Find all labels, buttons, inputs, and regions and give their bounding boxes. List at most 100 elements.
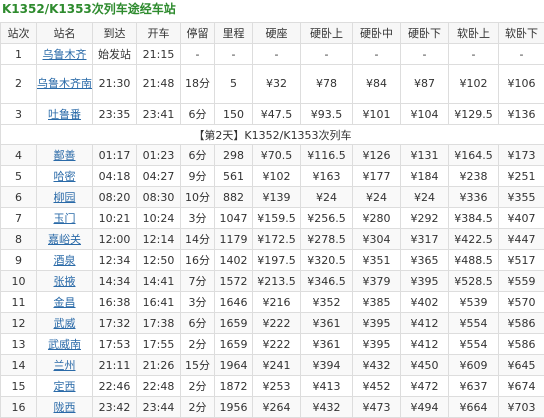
cell-hard-sleeper-middle: ¥126 <box>353 145 401 166</box>
cell-hard-sleeper-lower: ¥87 <box>401 65 449 104</box>
cell-soft-sleeper-upper: ¥129.5 <box>449 104 499 125</box>
cell-station-name: 玉门 <box>37 208 93 229</box>
col-header-hard-sleeper-upper: 硬卧上 <box>301 23 353 44</box>
cell-station-no: 10 <box>1 271 37 292</box>
cell-depart: 01:23 <box>137 145 181 166</box>
cell-stop: 6分 <box>181 145 215 166</box>
cell-distance: 5 <box>215 65 253 104</box>
col-header-soft-sleeper-lower: 软卧下 <box>499 23 544 44</box>
table-row: 14兰州21:1121:2615分1964¥241¥394¥432¥450¥60… <box>1 355 544 376</box>
station-link[interactable]: 吐鲁番 <box>48 108 81 121</box>
cell-soft-sleeper-upper: ¥609 <box>449 355 499 376</box>
cell-distance: 1646 <box>215 292 253 313</box>
station-link[interactable]: 武威南 <box>48 338 81 351</box>
cell-soft-sleeper-upper: ¥336 <box>449 187 499 208</box>
station-link[interactable]: 陇西 <box>54 401 76 414</box>
cell-station-no: 5 <box>1 166 37 187</box>
table-row: 13武威南17:5317:552分1659¥222¥361¥395¥412¥55… <box>1 334 544 355</box>
cell-hard-sleeper-lower: ¥317 <box>401 229 449 250</box>
cell-hard-sleeper-lower: ¥104 <box>401 104 449 125</box>
cell-hard-seat: ¥159.5 <box>253 208 301 229</box>
station-link[interactable]: 柳园 <box>54 191 76 204</box>
cell-distance: - <box>215 44 253 65</box>
cell-soft-sleeper-upper: ¥554 <box>449 334 499 355</box>
cell-hard-sleeper-middle: ¥385 <box>353 292 401 313</box>
cell-hard-sleeper-lower: ¥184 <box>401 166 449 187</box>
station-link[interactable]: 兰州 <box>54 359 76 372</box>
station-link[interactable]: 张掖 <box>54 275 76 288</box>
cell-hard-sleeper-lower: ¥412 <box>401 334 449 355</box>
cell-stop: 3分 <box>181 208 215 229</box>
cell-hard-sleeper-lower: ¥365 <box>401 250 449 271</box>
cell-hard-sleeper-lower: ¥450 <box>401 355 449 376</box>
station-link[interactable]: 鄯善 <box>54 149 76 162</box>
cell-depart: 12:50 <box>137 250 181 271</box>
cell-hard-sleeper-upper: ¥361 <box>301 334 353 355</box>
cell-hard-sleeper-upper: ¥361 <box>301 313 353 334</box>
cell-soft-sleeper-upper: ¥238 <box>449 166 499 187</box>
cell-stop: 10分 <box>181 187 215 208</box>
cell-station-name: 嘉峪关 <box>37 229 93 250</box>
cell-soft-sleeper-upper: ¥637 <box>449 376 499 397</box>
cell-arrive: 17:32 <box>93 313 137 334</box>
cell-depart: 16:41 <box>137 292 181 313</box>
station-link[interactable]: 酒泉 <box>54 254 76 267</box>
cell-hard-sleeper-upper: - <box>301 44 353 65</box>
cell-hard-sleeper-middle: ¥395 <box>353 313 401 334</box>
cell-hard-sleeper-upper: ¥413 <box>301 376 353 397</box>
cell-station-no: 2 <box>1 65 37 104</box>
cell-station-name: 柳园 <box>37 187 93 208</box>
cell-hard-sleeper-upper: ¥278.5 <box>301 229 353 250</box>
cell-arrive: 23:35 <box>93 104 137 125</box>
cell-soft-sleeper-lower: ¥355 <box>499 187 544 208</box>
station-link[interactable]: 乌鲁木齐 <box>43 48 87 61</box>
cell-soft-sleeper-upper: ¥102 <box>449 65 499 104</box>
page-title: K1352/K1353次列车途经车站 <box>2 0 532 18</box>
cell-stop: 18分 <box>181 65 215 104</box>
cell-hard-sleeper-upper: ¥116.5 <box>301 145 353 166</box>
table-row: 10张掖14:3414:417分1572¥213.5¥346.5¥379¥395… <box>1 271 544 292</box>
station-link[interactable]: 金昌 <box>54 296 76 309</box>
cell-arrive: 08:20 <box>93 187 137 208</box>
cell-hard-sleeper-middle: ¥379 <box>353 271 401 292</box>
cell-depart: 21:48 <box>137 65 181 104</box>
station-link[interactable]: 哈密 <box>54 170 76 183</box>
cell-soft-sleeper-lower: ¥173 <box>499 145 544 166</box>
table-row: 4鄯善01:1701:236分298¥70.5¥116.5¥126¥131¥16… <box>1 145 544 166</box>
cell-soft-sleeper-lower: ¥586 <box>499 313 544 334</box>
cell-hard-sleeper-upper: ¥24 <box>301 187 353 208</box>
cell-hard-sleeper-upper: ¥78 <box>301 65 353 104</box>
cell-soft-sleeper-upper: ¥422.5 <box>449 229 499 250</box>
cell-hard-sleeper-lower: ¥412 <box>401 313 449 334</box>
cell-station-name: 定西 <box>37 376 93 397</box>
station-link[interactable]: 嘉峪关 <box>48 233 81 246</box>
cell-hard-sleeper-middle: ¥177 <box>353 166 401 187</box>
cell-hard-sleeper-lower: ¥472 <box>401 376 449 397</box>
cell-station-name: 哈密 <box>37 166 93 187</box>
cell-hard-sleeper-lower: - <box>401 44 449 65</box>
cell-station-no: 15 <box>1 376 37 397</box>
station-link[interactable]: 乌鲁木齐南 <box>37 77 92 90</box>
cell-soft-sleeper-upper: ¥488.5 <box>449 250 499 271</box>
cell-station-name: 兰州 <box>37 355 93 376</box>
col-header-hard-sleeper-middle: 硬卧中 <box>353 23 401 44</box>
cell-depart: 10:24 <box>137 208 181 229</box>
cell-arrive: 12:34 <box>93 250 137 271</box>
col-header-hard-seat: 硬座 <box>253 23 301 44</box>
cell-soft-sleeper-lower: - <box>499 44 544 65</box>
cell-stop: 6分 <box>181 104 215 125</box>
cell-hard-seat: - <box>253 44 301 65</box>
station-link[interactable]: 定西 <box>54 380 76 393</box>
cell-depart: 23:41 <box>137 104 181 125</box>
station-link[interactable]: 武威 <box>54 317 76 330</box>
station-link[interactable]: 玉门 <box>54 212 76 225</box>
cell-arrive: 21:30 <box>93 65 137 104</box>
cell-distance: 1572 <box>215 271 253 292</box>
cell-distance: 1964 <box>215 355 253 376</box>
station-table: 站次 站名 到达 开车 停留 里程 硬座 硬卧上 硬卧中 硬卧下 软卧上 软卧下… <box>0 22 544 418</box>
cell-distance: 298 <box>215 145 253 166</box>
cell-hard-seat: ¥241 <box>253 355 301 376</box>
cell-station-name: 鄯善 <box>37 145 93 166</box>
table-row: 15定西22:4622:482分1872¥253¥413¥452¥472¥637… <box>1 376 544 397</box>
cell-station-no: 4 <box>1 145 37 166</box>
